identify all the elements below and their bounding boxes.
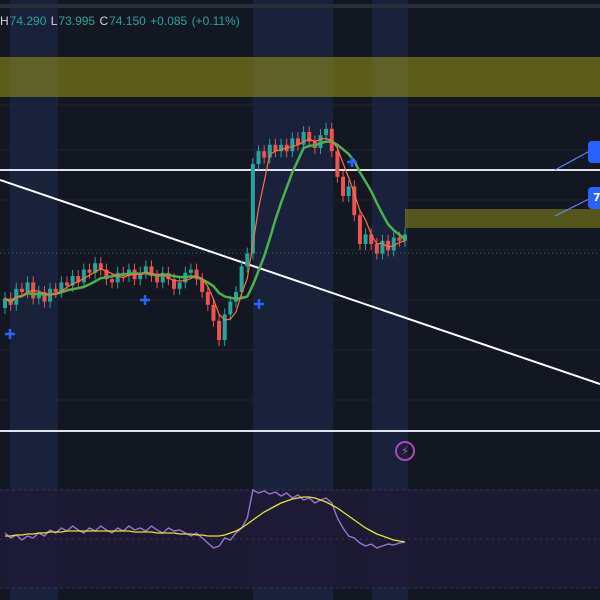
- candle-body: [87, 269, 92, 273]
- candle-body: [391, 237, 396, 251]
- ohlc-change-pct: (+0.11%): [191, 14, 240, 28]
- candle-body: [256, 151, 261, 164]
- candle-body: [81, 269, 86, 283]
- moving-averages: [4, 137, 406, 321]
- ohlc-high: 74.290: [9, 14, 47, 28]
- ma-slow-line: [4, 140, 406, 304]
- candle-body: [64, 282, 69, 286]
- ma-fast-line: [4, 137, 406, 321]
- candle-body: [205, 292, 210, 305]
- candle-body: [363, 234, 368, 244]
- candle-body: [397, 237, 402, 241]
- signal-marker: [140, 295, 150, 305]
- candle-body: [155, 276, 160, 283]
- candle-body: [357, 215, 362, 244]
- ohlc-low-label: L: [50, 14, 58, 28]
- bolt-icon[interactable]: ⚡: [395, 441, 415, 461]
- zone-top: [0, 57, 600, 97]
- candle-body: [177, 282, 182, 289]
- candle-body: [346, 186, 351, 196]
- candle-body: [217, 320, 222, 340]
- candle-body: [374, 244, 379, 254]
- candle-body: [324, 128, 329, 136]
- candle-body: [53, 288, 58, 292]
- candle-body: [188, 269, 193, 273]
- candle-body: [233, 292, 238, 302]
- candle-body: [341, 176, 346, 196]
- zone-mid: [405, 209, 600, 228]
- candle-body: [19, 288, 24, 292]
- ohlc-change: +0.085: [150, 14, 188, 28]
- price-label-badge-2[interactable]: 7: [588, 187, 600, 209]
- price-label-badge-1[interactable]: [588, 141, 600, 163]
- ohlc-low: 73.995: [58, 14, 96, 28]
- candle-body: [335, 151, 340, 177]
- ohlc-high-label: H: [0, 14, 9, 28]
- candle-body: [290, 138, 295, 152]
- top-border: [0, 4, 600, 8]
- ohlc-close: 74.150: [109, 14, 146, 28]
- candle-body: [262, 151, 267, 158]
- candle-body: [25, 282, 30, 292]
- candle-body: [110, 279, 115, 283]
- ohlc-readout: H74.290 L73.995 C74.150 +0.085 (+0.11%): [0, 14, 241, 28]
- candle-body: [228, 301, 233, 315]
- candle-body: [245, 253, 250, 267]
- rsi-pane: [0, 488, 600, 589]
- candle-body: [250, 164, 255, 254]
- candles: [3, 122, 407, 346]
- price-chart[interactable]: [0, 0, 600, 600]
- ohlc-close-label: C: [99, 14, 109, 28]
- candle-body: [211, 304, 216, 321]
